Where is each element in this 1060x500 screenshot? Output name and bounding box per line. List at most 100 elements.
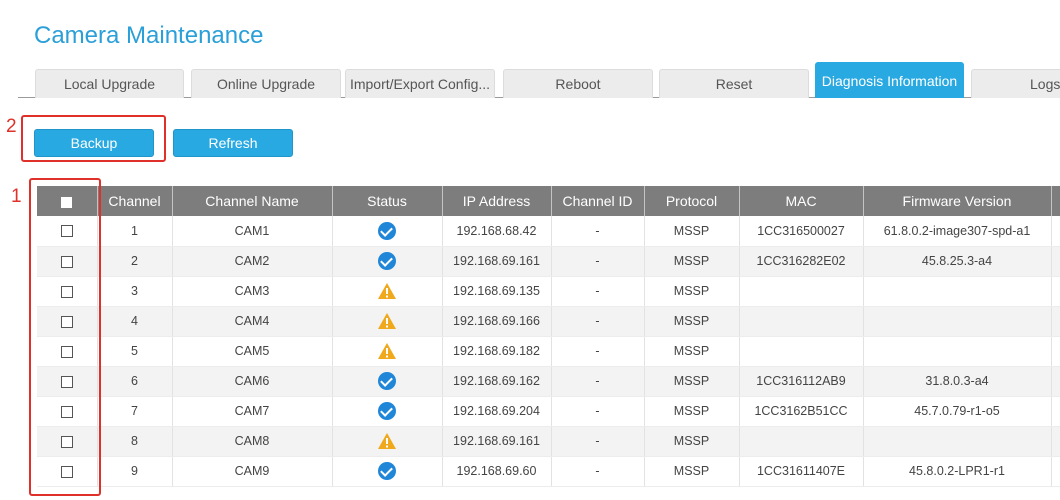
tab-bar: Local Upgrade Online Upgrade Import/Expo… xyxy=(18,62,1060,98)
status-ok-check-icon xyxy=(378,462,396,480)
channel-id-cell: - xyxy=(551,366,645,397)
protocol-cell: MSSP xyxy=(644,306,740,337)
column-header-protocol[interactable]: Protocol xyxy=(644,186,740,216)
channel-id-cell: - xyxy=(551,426,645,457)
status-ok-check-icon xyxy=(378,252,396,270)
table-row[interactable]: 3 CAM3 192.168.69.135- MSSP xyxy=(37,276,1060,307)
mac-cell xyxy=(739,426,864,457)
status-cell xyxy=(332,306,443,337)
status-cell xyxy=(332,426,443,457)
callout-number-2: 2 xyxy=(6,116,17,137)
firmware-version-cell xyxy=(863,306,1052,337)
ip-address-cell: 192.168.69.204 xyxy=(442,396,552,427)
column-header-overflow xyxy=(1051,186,1060,216)
table-row[interactable]: 1 CAM1 192.168.68.42- MSSP 1CC316500027 61.8.… xyxy=(37,216,1060,247)
channel-cell: 5 xyxy=(97,336,173,367)
channel-cell: 6 xyxy=(97,366,173,397)
table-row[interactable]: 9 CAM9 192.168.69.60- MSSP 1CC31611407E 45.8.… xyxy=(37,456,1060,487)
overflow-cell xyxy=(1051,426,1060,457)
tab-local-upgrade[interactable]: Local Upgrade xyxy=(35,69,184,98)
page-title: Camera Maintenance xyxy=(34,22,264,49)
callout-box-backup xyxy=(21,115,166,162)
tab-online-upgrade[interactable]: Online Upgrade xyxy=(191,69,341,98)
channel-cell: 7 xyxy=(97,396,173,427)
ip-address-cell: 192.168.68.42 xyxy=(442,216,552,247)
callout-number-1: 1 xyxy=(11,186,22,207)
firmware-version-cell: 31.8.0.3-a4 xyxy=(863,366,1052,397)
mac-cell: 1CC316112AB9 xyxy=(739,366,864,397)
overflow-cell xyxy=(1051,336,1060,367)
firmware-version-cell xyxy=(863,426,1052,457)
channel-id-cell: - xyxy=(551,396,645,427)
tab-logs[interactable]: Logs xyxy=(971,69,1060,98)
channel-name-cell: CAM2 xyxy=(172,246,333,277)
status-cell xyxy=(332,276,443,307)
column-header-channel-id[interactable]: Channel ID xyxy=(551,186,645,216)
channel-name-cell: CAM8 xyxy=(172,426,333,457)
table-row[interactable]: 5 CAM5 192.168.69.182- MSSP xyxy=(37,336,1060,367)
channel-name-cell: CAM4 xyxy=(172,306,333,337)
channel-id-cell: - xyxy=(551,306,645,337)
overflow-cell xyxy=(1051,306,1060,337)
status-ok-check-icon xyxy=(378,372,396,390)
tab-reboot[interactable]: Reboot xyxy=(503,69,653,98)
channel-id-cell: - xyxy=(551,336,645,367)
column-header-firmware-version[interactable]: Firmware Version xyxy=(863,186,1052,216)
tab-reset[interactable]: Reset xyxy=(659,69,809,98)
firmware-version-cell: 61.8.0.2-image307-spd-a1 xyxy=(863,216,1052,247)
channel-cell: 9 xyxy=(97,456,173,487)
ip-address-cell: 192.168.69.166 xyxy=(442,306,552,337)
channel-cell: 8 xyxy=(97,426,173,457)
channel-name-cell: CAM5 xyxy=(172,336,333,367)
protocol-cell: MSSP xyxy=(644,216,740,247)
mac-cell: 1CC3162B51CC xyxy=(739,396,864,427)
ip-address-cell: 192.168.69.60 xyxy=(442,456,552,487)
firmware-version-cell: 45.8.0.2-LPR1-r1 xyxy=(863,456,1052,487)
refresh-button[interactable]: Refresh xyxy=(173,129,293,157)
table-row[interactable]: 6 CAM6 192.168.69.162- MSSP 1CC316112AB9 31.8… xyxy=(37,366,1060,397)
column-header-status[interactable]: Status xyxy=(332,186,443,216)
mac-cell: 1CC31611407E xyxy=(739,456,864,487)
status-ok-check-icon xyxy=(378,402,396,420)
overflow-cell xyxy=(1051,396,1060,427)
channel-name-cell: CAM3 xyxy=(172,276,333,307)
protocol-cell: MSSP xyxy=(644,366,740,397)
status-cell xyxy=(332,246,443,277)
tab-import-export-config[interactable]: Import/Export Config... xyxy=(345,69,495,98)
firmware-version-cell xyxy=(863,336,1052,367)
mac-cell: 1CC316282E02 xyxy=(739,246,864,277)
table-row[interactable]: 2 CAM2 192.168.69.161- MSSP 1CC316282E02 45.8… xyxy=(37,246,1060,277)
mac-cell xyxy=(739,306,864,337)
status-warning-icon xyxy=(377,282,397,300)
channel-id-cell: - xyxy=(551,456,645,487)
ip-address-cell: 192.168.69.161 xyxy=(442,426,552,457)
ip-address-cell: 192.168.69.162 xyxy=(442,366,552,397)
status-warning-icon xyxy=(377,342,397,360)
camera-table: Channel Channel Name Status IP Address C… xyxy=(37,186,1060,487)
table-row[interactable]: 7 CAM7 192.168.69.204- MSSP 1CC3162B51CC 45.7… xyxy=(37,396,1060,427)
tab-diagnosis-information[interactable]: Diagnosis Information xyxy=(815,62,964,98)
table-row[interactable]: 4 CAM4 192.168.69.166- MSSP xyxy=(37,306,1060,337)
column-header-channel[interactable]: Channel xyxy=(97,186,173,216)
ip-address-cell: 192.168.69.161 xyxy=(442,246,552,277)
callout-box-checkboxes xyxy=(29,178,101,496)
status-cell xyxy=(332,396,443,427)
channel-name-cell: CAM6 xyxy=(172,366,333,397)
overflow-cell xyxy=(1051,366,1060,397)
mac-cell xyxy=(739,336,864,367)
protocol-cell: MSSP xyxy=(644,396,740,427)
protocol-cell: MSSP xyxy=(644,336,740,367)
status-cell xyxy=(332,216,443,247)
firmware-version-cell: 45.8.25.3-a4 xyxy=(863,246,1052,277)
status-warning-icon xyxy=(377,312,397,330)
column-header-channel-name[interactable]: Channel Name xyxy=(172,186,333,216)
channel-cell: 3 xyxy=(97,276,173,307)
status-warning-icon xyxy=(377,432,397,450)
channel-name-cell: CAM7 xyxy=(172,396,333,427)
protocol-cell: MSSP xyxy=(644,246,740,277)
status-ok-check-icon xyxy=(378,221,396,240)
status-cell xyxy=(332,456,443,487)
column-header-ip-address[interactable]: IP Address xyxy=(442,186,552,216)
table-row[interactable]: 8 CAM8 192.168.69.161- MSSP xyxy=(37,426,1060,457)
column-header-mac[interactable]: MAC xyxy=(739,186,864,216)
